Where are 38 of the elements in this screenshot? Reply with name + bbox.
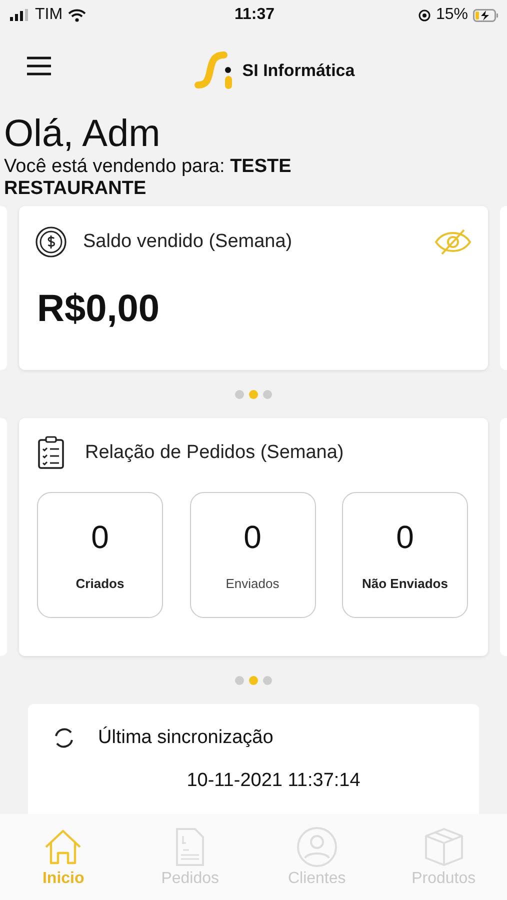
card-title: Relação de Pedidos (Semana): [85, 442, 344, 464]
sync-title: Última sincronização: [98, 727, 274, 749]
page-indicator-dot[interactable]: [249, 676, 258, 684]
coin-icon: [35, 226, 67, 258]
carrier-name: TIM: [35, 6, 63, 24]
balance-amount: R$0,00: [36, 288, 161, 331]
stat-tile[interactable]: 0 Criados: [37, 492, 163, 618]
menu-icon[interactable]: [26, 56, 52, 76]
page-indicator-dot[interactable]: [263, 390, 272, 398]
stat-value: 0: [91, 519, 109, 556]
user-icon: [296, 826, 338, 868]
stat-value: 0: [244, 519, 262, 556]
card-title: Saldo vendido (Semana): [83, 231, 292, 253]
stat-tile[interactable]: 0 Enviados: [190, 492, 316, 618]
stat-label: Não Enviados: [362, 576, 448, 591]
page-indicator-dot[interactable]: [263, 676, 272, 684]
clock-time: 11:37: [234, 6, 275, 24]
checklist-icon: [37, 436, 65, 470]
page-indicator-dot[interactable]: [249, 390, 258, 398]
page-indicator-dot[interactable]: [235, 390, 244, 398]
battery-charging-icon: [472, 8, 499, 22]
refresh-icon: [52, 726, 76, 750]
rotation-lock-icon: [418, 8, 431, 22]
greeting-title: Olá, Adm: [4, 112, 162, 156]
signal-icon: [10, 9, 30, 21]
eye-hidden-icon[interactable]: [434, 228, 472, 256]
battery-percent: 15%: [436, 6, 468, 24]
stat-value: 0: [396, 519, 414, 556]
sync-timestamp: 10-11-2021 11:37:14: [186, 770, 362, 792]
stat-label: Criados: [76, 576, 124, 591]
page-indicator-dot[interactable]: [235, 676, 244, 684]
stat-tile[interactable]: 0 Não Enviados: [342, 492, 468, 618]
stat-label: Enviados: [226, 576, 280, 591]
box-icon: [422, 826, 465, 868]
tab-bar-item[interactable]: Inicio: [13, 826, 114, 888]
wifi-icon: [68, 8, 86, 22]
selling-to-text: Você está vendendo para: TESTE RESTAURANTE: [4, 156, 292, 200]
brand-name: SI Informática: [242, 61, 355, 81]
